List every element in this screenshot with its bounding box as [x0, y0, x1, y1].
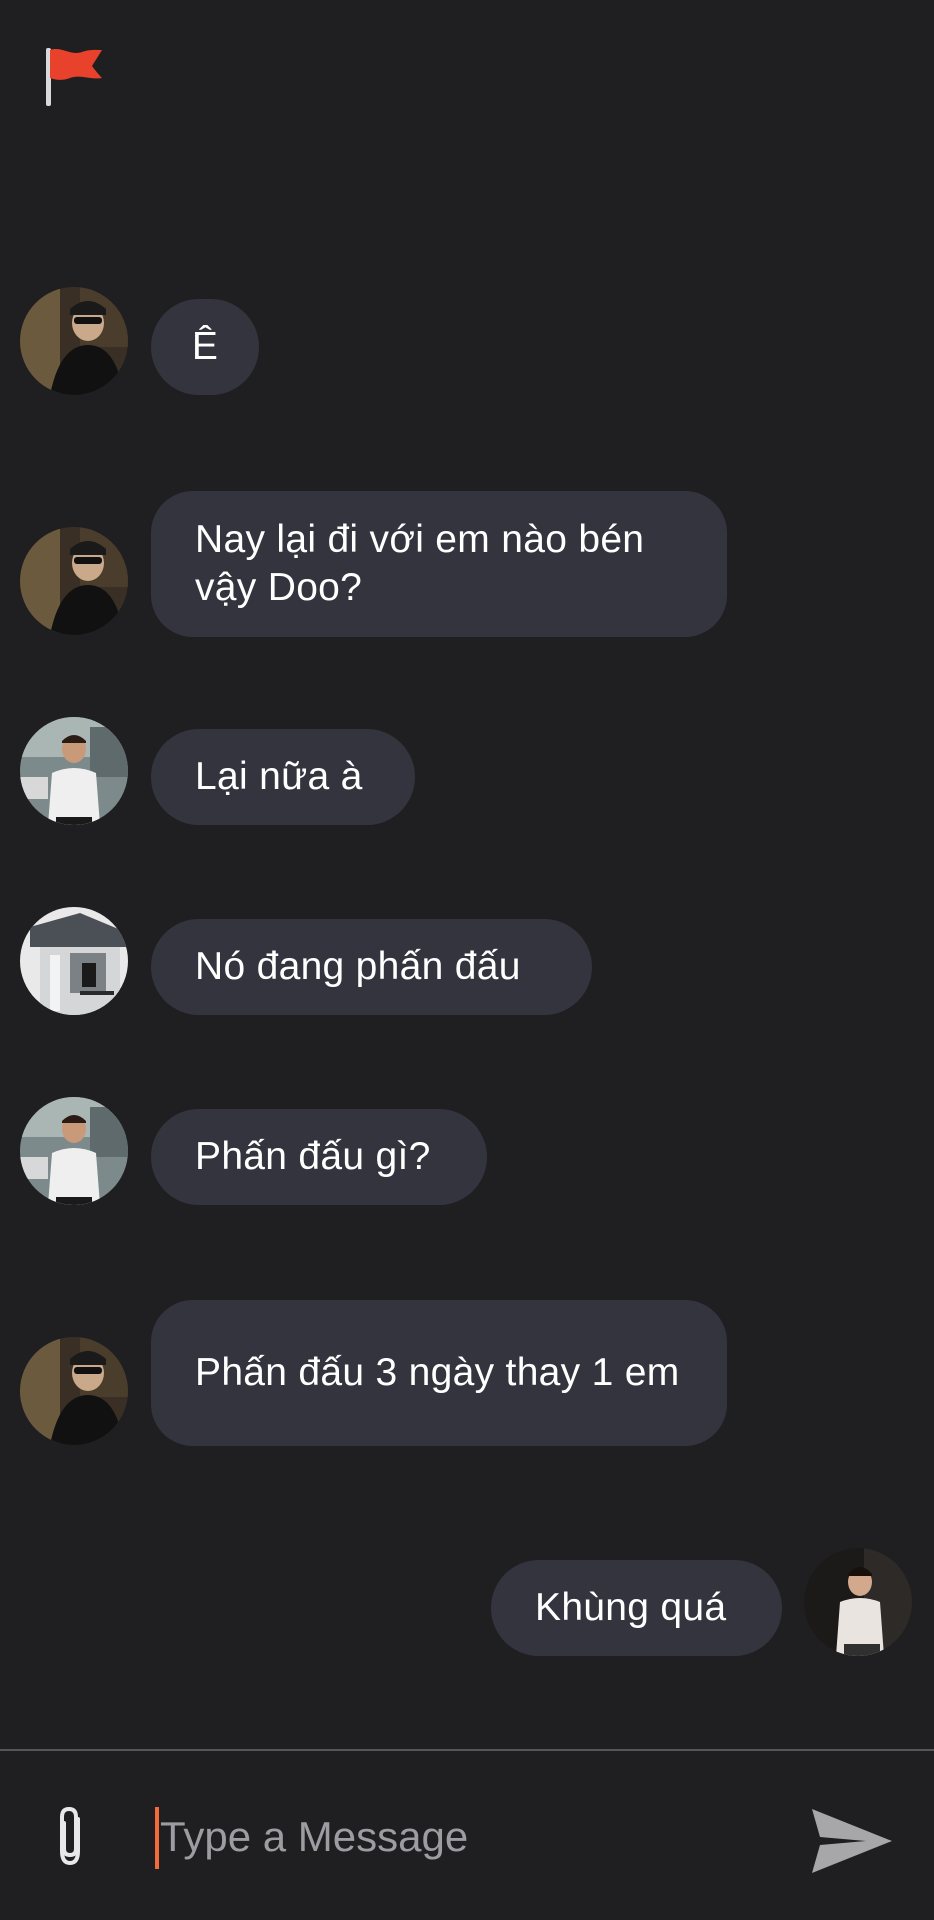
- message-bubble[interactable]: Ê: [151, 299, 259, 395]
- message-row: Ê: [0, 287, 934, 395]
- message-text: Lại nữa à: [195, 755, 363, 798]
- avatar[interactable]: [804, 1548, 912, 1656]
- paperclip-icon[interactable]: [48, 1805, 92, 1869]
- report-flag-icon[interactable]: [40, 42, 110, 112]
- message-composer: [0, 1751, 934, 1920]
- message-bubble[interactable]: Nó đang phấn đấu: [151, 919, 592, 1015]
- avatar[interactable]: [20, 907, 128, 1015]
- message-text: Nó đang phấn đấu: [195, 945, 521, 988]
- text-caret: [155, 1807, 159, 1869]
- message-bubble[interactable]: Nay lại đi với em nào bén vậy Doo?: [151, 491, 727, 637]
- message-text: Phấn đấu 3 ngày thay 1 em: [195, 1351, 680, 1394]
- message-row: Lại nữa à: [0, 717, 934, 825]
- message-input[interactable]: [160, 1799, 780, 1875]
- message-bubble[interactable]: Phấn đấu 3 ngày thay 1 em: [151, 1300, 727, 1446]
- message-bubble[interactable]: Phấn đấu gì?: [151, 1109, 487, 1205]
- message-text: Phấn đấu gì?: [195, 1135, 431, 1178]
- avatar[interactable]: [20, 527, 128, 635]
- avatar[interactable]: [20, 1337, 128, 1445]
- message-bubble[interactable]: Khùng quá: [491, 1560, 782, 1656]
- message-row: Khùng quá: [0, 1548, 934, 1656]
- message-row: Phấn đấu 3 ngày thay 1 em: [0, 1300, 934, 1446]
- avatar[interactable]: [20, 717, 128, 825]
- message-text: Ê: [191, 325, 219, 368]
- message-row: Phấn đấu gì?: [0, 1097, 934, 1205]
- message-text: Khùng quá: [535, 1586, 727, 1629]
- message-row: Nó đang phấn đấu: [0, 907, 934, 1015]
- message-row: Nay lại đi với em nào bén vậy Doo?: [0, 491, 934, 637]
- avatar[interactable]: [20, 287, 128, 395]
- message-bubble[interactable]: Lại nữa à: [151, 729, 415, 825]
- message-text: Nay lại đi với em nào bén vậy Doo?: [195, 518, 645, 609]
- send-icon[interactable]: [808, 1805, 894, 1877]
- avatar[interactable]: [20, 1097, 128, 1205]
